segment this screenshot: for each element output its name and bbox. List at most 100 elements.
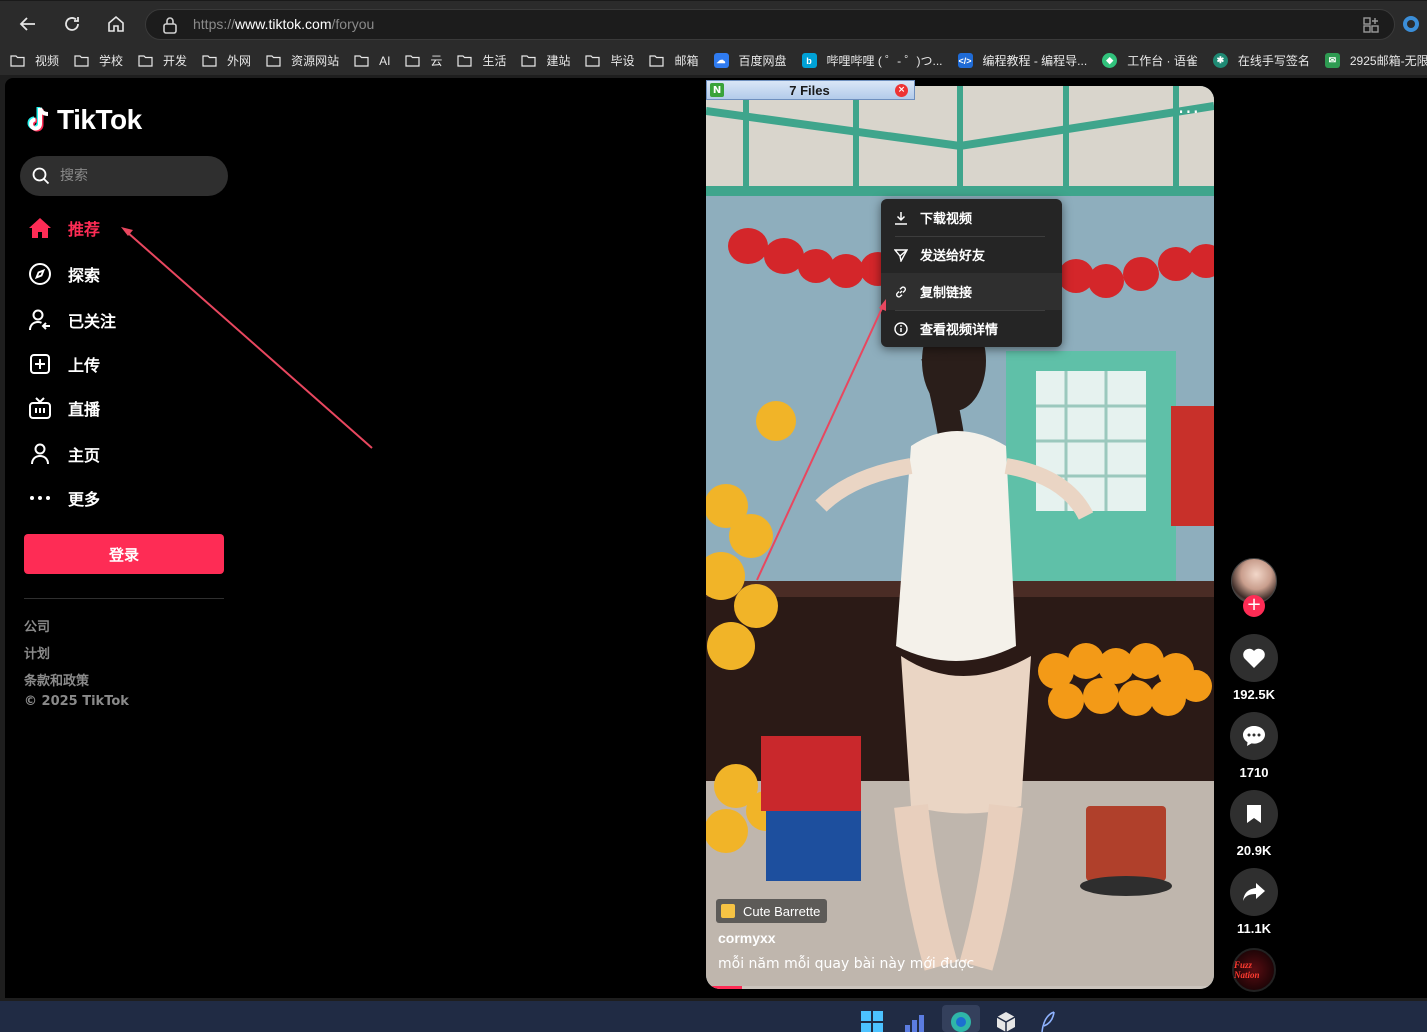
footer-copyright: © 2025 TikTok	[24, 694, 129, 709]
effect-icon	[721, 904, 735, 918]
bookmark-item[interactable]: ✱ 在线手写签名	[1212, 52, 1310, 69]
compass-icon	[29, 263, 51, 285]
bookmark-label: 学校	[99, 54, 124, 68]
yuque-icon: ◆	[1102, 53, 1122, 68]
like-button[interactable]	[1230, 634, 1278, 682]
bookmark-label: 在线手写签名	[1237, 54, 1310, 68]
menu-item-download[interactable]: 下载视频	[881, 199, 1062, 236]
bookmark-icon	[1247, 805, 1261, 823]
folder-icon	[266, 54, 286, 67]
bookmark-item[interactable]: ✉ 2925邮箱-无限邮	[1324, 52, 1427, 69]
nav-label: 更多	[68, 490, 101, 509]
widgets-icon[interactable]	[905, 1011, 929, 1032]
folder-icon	[138, 54, 158, 67]
tiktok-logo[interactable]: TikTok	[27, 104, 142, 136]
nav-item-live[interactable]: 直播	[27, 391, 217, 425]
bookmark-item[interactable]: 视频	[10, 52, 59, 69]
favorite-button[interactable]	[1230, 790, 1278, 838]
bookmark-label: 百度网盘	[738, 54, 787, 68]
gear-icon: ✱	[1212, 53, 1233, 68]
menu-item-video-details[interactable]: 查看视频详情	[881, 310, 1062, 347]
effect-label: Cute Barrette	[743, 903, 821, 919]
folder-icon	[405, 54, 425, 67]
folder-icon	[202, 54, 222, 67]
video-progress-bar[interactable]	[706, 986, 1214, 989]
windows-start-icon[interactable]	[861, 1011, 883, 1032]
bookmark-item[interactable]: ☁ 百度网盘	[713, 52, 787, 69]
browser-toolbar: https://www.tiktok.com/foryou	[0, 0, 1427, 46]
like-count: 192.5K	[1233, 687, 1275, 702]
folder-icon	[74, 54, 94, 67]
edge-icon	[1403, 16, 1419, 32]
address-bar[interactable]: https://www.tiktok.com/foryou	[145, 9, 1395, 40]
footer-program-link[interactable]: 计划	[24, 643, 50, 662]
bookmark-label: 生活	[482, 54, 507, 68]
reload-button[interactable]	[57, 9, 87, 39]
menu-item-copy-link[interactable]: 复制链接	[881, 273, 1062, 310]
footer-company-link[interactable]: 公司	[24, 616, 50, 635]
bookmark-item[interactable]: 生活	[457, 52, 506, 69]
nav-item-profile[interactable]: 主页	[27, 437, 217, 471]
home-button[interactable]	[101, 9, 131, 39]
bookmark-label: AI	[379, 53, 391, 68]
app-available-icon[interactable]	[1362, 16, 1380, 34]
back-button[interactable]	[13, 9, 43, 39]
search-input[interactable]	[60, 164, 210, 188]
nav-label: 探索	[68, 266, 101, 285]
bookmark-item[interactable]: 邮箱	[649, 52, 699, 69]
bookmark-item[interactable]: 建站	[521, 52, 570, 69]
nav-label: 已关注	[68, 312, 117, 331]
bookmark-label: 开发	[163, 54, 188, 68]
bookmark-item[interactable]: AI	[354, 54, 390, 68]
bookmark-label: 云	[430, 54, 443, 68]
nav-item-following[interactable]: 已关注	[27, 303, 217, 337]
search-box[interactable]	[20, 156, 228, 196]
app-logo-icon: N	[710, 83, 724, 97]
bookmark-item[interactable]: 学校	[74, 52, 123, 69]
bookmark-label: 编程教程 - 编程导...	[982, 54, 1088, 68]
video-more-options[interactable]: ···	[1178, 100, 1200, 124]
menu-item-send-to-friend[interactable]: 发送给好友	[881, 236, 1062, 273]
bookmark-label: 建站	[546, 54, 571, 68]
files-widget[interactable]: N 7 Files ×	[706, 80, 915, 100]
bookmark-item[interactable]: 开发	[138, 52, 187, 69]
nav-item-explore[interactable]: 探索	[27, 257, 217, 291]
bookmark-item[interactable]: b 哔哩哔哩 ( ゜- ゜)つ...	[801, 52, 943, 69]
bookmark-item[interactable]: ◆ 工作台 · 语雀	[1102, 52, 1198, 69]
share-arrow-icon	[1243, 883, 1265, 901]
nav-item-upload[interactable]: 上传	[27, 347, 217, 381]
lock-icon	[163, 17, 177, 34]
app-cube-icon[interactable]	[996, 1011, 1016, 1032]
upload-plus-icon	[30, 354, 50, 374]
files-count-label: 7 Files	[789, 82, 830, 98]
bilibili-icon: b	[801, 53, 822, 68]
video-author[interactable]: cormyxx	[718, 930, 776, 946]
tiktok-wordmark: TikTok	[57, 104, 142, 135]
follow-plus-button[interactable]: +	[1243, 595, 1265, 617]
effect-sticker[interactable]: Cute Barrette	[716, 899, 828, 923]
bookmark-item[interactable]: 资源网站	[266, 52, 339, 69]
nav-item-foryou[interactable]: 推荐	[27, 211, 217, 245]
nav-item-more[interactable]: 更多	[27, 481, 217, 515]
video-description: mỗi năm mỗi quay bài này mới được	[718, 956, 975, 972]
code-icon: </>	[957, 53, 978, 68]
close-icon[interactable]: ×	[895, 83, 908, 97]
bookmark-item[interactable]: 毕设	[585, 52, 634, 69]
login-button[interactable]: 登录	[24, 534, 224, 574]
edge-copilot-button[interactable]	[1396, 9, 1426, 39]
footer-terms-link[interactable]: 条款和政策	[24, 670, 89, 689]
bookmark-item[interactable]: 外网	[202, 52, 251, 69]
music-disc[interactable]: Fuzz Nation	[1232, 948, 1276, 992]
comment-button[interactable]	[1230, 712, 1278, 760]
info-icon	[894, 321, 908, 336]
feather-pen-icon[interactable]	[1040, 1011, 1056, 1032]
share-count: 11.1K	[1237, 921, 1271, 936]
bookmark-item[interactable]: 云	[405, 52, 442, 69]
bookmark-item[interactable]: </> 编程教程 - 编程导...	[957, 52, 1088, 69]
link-icon	[896, 285, 906, 298]
bookmark-label: 视频	[35, 54, 60, 68]
share-button[interactable]	[1230, 868, 1278, 916]
bookmark-label: 工作台 · 语雀	[1127, 54, 1198, 68]
url-text: https://www.tiktok.com/foryou	[193, 16, 375, 32]
taskbar-edge-active[interactable]	[942, 1005, 980, 1032]
